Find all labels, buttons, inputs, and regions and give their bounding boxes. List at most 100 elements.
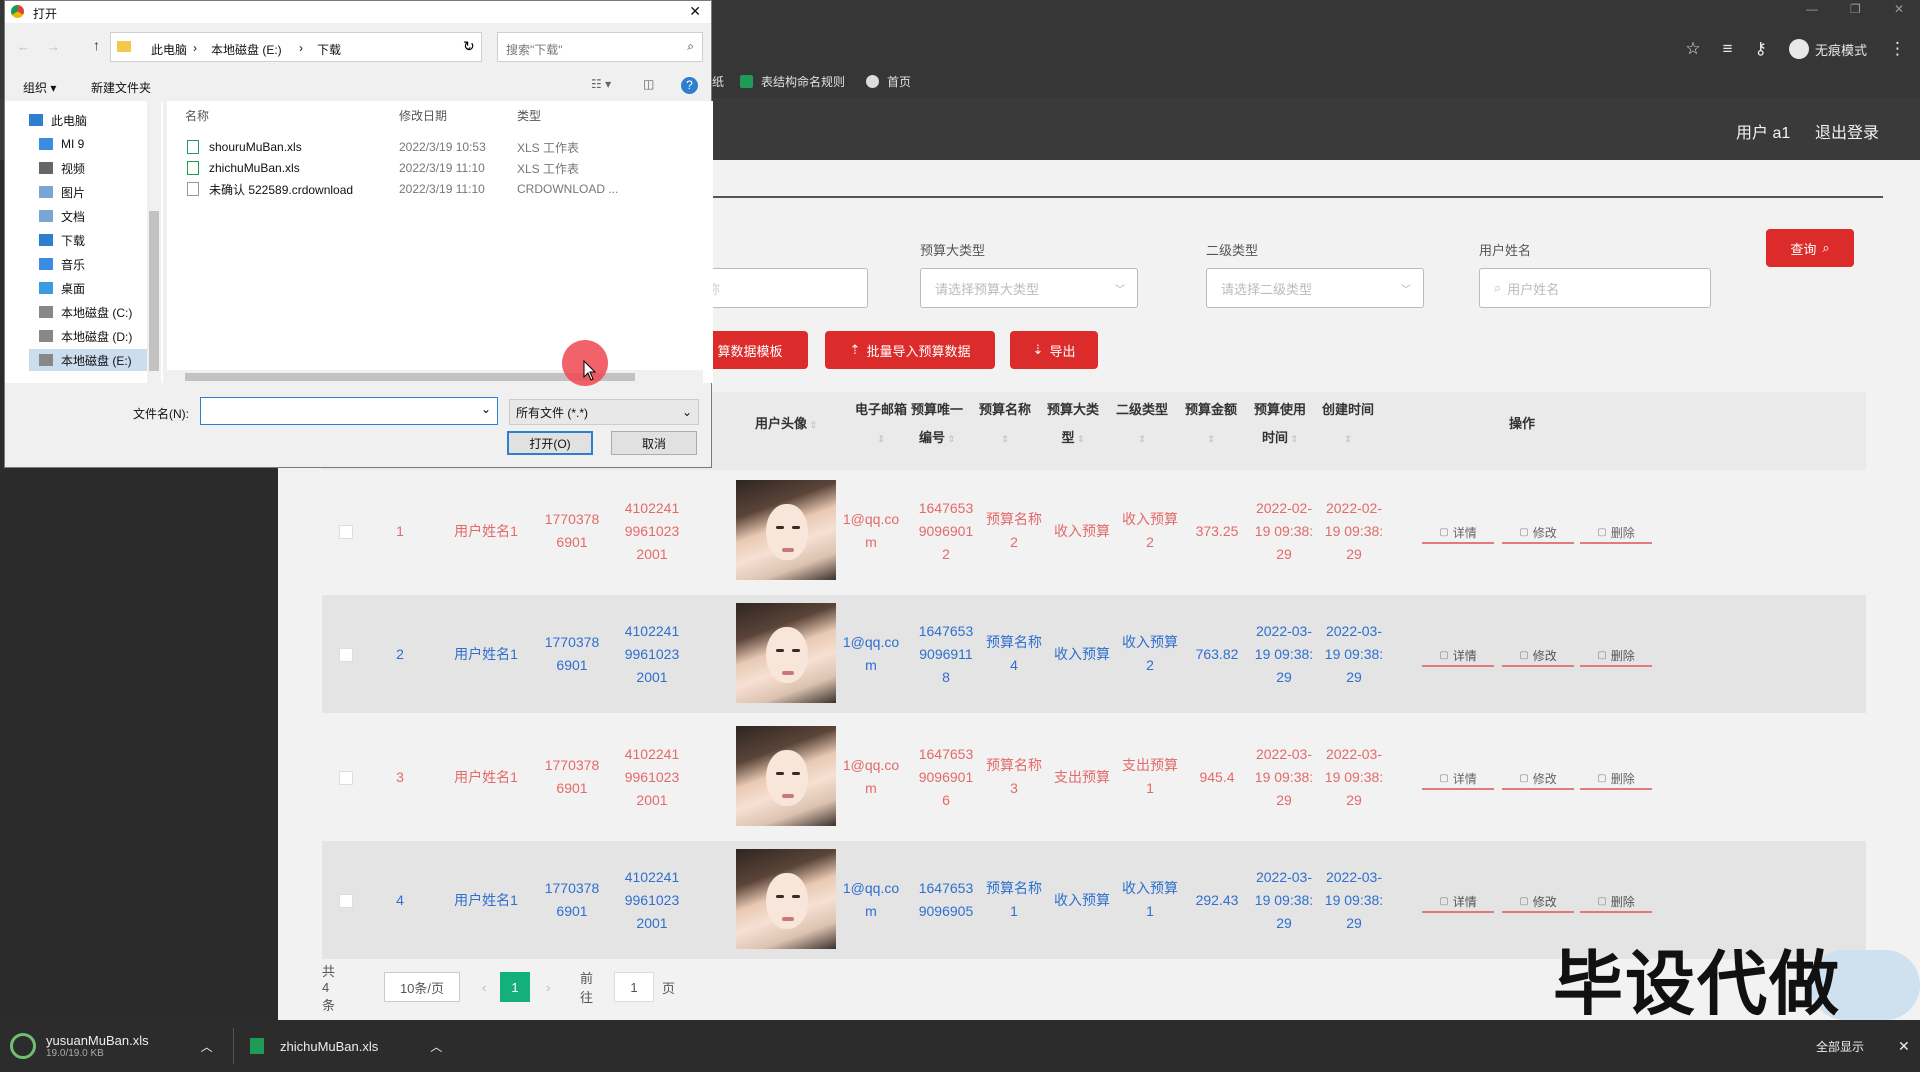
open-button[interactable]: 打开(O) [507, 431, 593, 455]
sort-icon[interactable]: ⇕ [1138, 434, 1146, 444]
sort-icon[interactable]: ⇕ [1074, 434, 1085, 444]
detail-button[interactable]: ▢ 详情 [1422, 645, 1494, 667]
file-name[interactable]: 未确认 522589.crdownload [209, 179, 353, 199]
column-header-date[interactable]: 修改日期 [399, 107, 447, 124]
row-checkbox[interactable] [339, 894, 353, 908]
user-avatar[interactable] [736, 849, 836, 949]
column-header[interactable]: 预算大类型 ⇕ [1040, 396, 1106, 453]
nav-item[interactable]: 桌面 [39, 277, 85, 299]
export-button[interactable]: ⇣ 导出 [1010, 331, 1098, 369]
goto-input[interactable]: 1 [614, 972, 654, 1002]
column-header[interactable]: 预算使用 时间 ⇕ [1246, 396, 1314, 453]
delete-button[interactable]: ▢ 删除 [1580, 891, 1652, 913]
row-checkbox[interactable] [339, 771, 353, 785]
column-header[interactable]: 预算唯一 编号 ⇕ [902, 396, 972, 453]
nav-item[interactable]: MI 9 [39, 133, 84, 155]
file-list-hscrollbar[interactable] [167, 370, 703, 384]
sub-type-select[interactable]: 请选择二级类型 ﹀ [1206, 268, 1424, 308]
reading-list-icon[interactable]: ≡ [1723, 39, 1733, 59]
budget-type-select[interactable]: 请选择预算大类型 ﹀ [920, 268, 1138, 308]
chevron-down-icon[interactable]: ⌄ [481, 402, 491, 416]
nav-item[interactable]: 音乐 [39, 253, 85, 275]
chevron-up-icon[interactable]: ︿ [201, 1038, 213, 1055]
bookmark-item[interactable]: 首页 [866, 73, 911, 90]
user-avatar[interactable] [736, 603, 836, 703]
user-name[interactable]: 用户 a1 [1736, 119, 1790, 143]
forward-icon[interactable]: → [47, 39, 60, 54]
sort-icon[interactable]: ⇕ [1288, 434, 1298, 444]
close-icon[interactable]: ✕ [1898, 1020, 1910, 1072]
nav-scrollbar[interactable] [147, 101, 161, 383]
nav-item[interactable]: 下载 [39, 229, 85, 251]
column-header[interactable]: 二级类型 ⇕ [1108, 396, 1176, 453]
nav-item[interactable]: 本地磁盘 (D:) [39, 325, 132, 347]
nav-item[interactable]: 本地磁盘 (E:) [29, 349, 147, 371]
sort-icon[interactable]: ⇕ [877, 434, 885, 444]
edit-button[interactable]: ▢ 修改 [1502, 768, 1574, 790]
new-folder-button[interactable]: 新建文件夹 [91, 79, 151, 96]
preview-pane-icon[interactable]: ◫ [643, 77, 654, 91]
bookmark-item[interactable]: 表结构命名规则 [740, 73, 845, 90]
organize-menu[interactable]: 组织 ▾ [23, 79, 56, 96]
detail-button[interactable]: ▢ 详情 [1422, 522, 1494, 544]
address-bar[interactable]: 此电脑 › 本地磁盘 (E:) › 下载 ⌄ [110, 32, 482, 62]
sort-icon[interactable]: ⇕ [1344, 434, 1352, 444]
help-icon[interactable]: ? [681, 77, 698, 94]
star-icon[interactable]: ☆ [1685, 39, 1700, 59]
query-button[interactable]: 查询 ⌕ [1766, 229, 1854, 267]
restore-icon[interactable]: ❐ [1850, 2, 1861, 16]
detail-button[interactable]: ▢ 详情 [1422, 768, 1494, 790]
file-name[interactable]: zhichuMuBan.xls [209, 158, 300, 178]
download-item[interactable]: zhichuMuBan.xls ︿ [250, 1020, 442, 1072]
filter-input-partial[interactable]: 称 [692, 268, 868, 308]
column-header-name[interactable]: 名称 [185, 107, 209, 124]
edit-button[interactable]: ▢ 修改 [1502, 645, 1574, 667]
edit-button[interactable]: ▢ 修改 [1502, 522, 1574, 544]
refresh-icon[interactable]: ↻ [463, 38, 475, 55]
key-icon[interactable]: ⚷ [1755, 39, 1767, 59]
table-row[interactable]: 1 用户姓名1 1770378 6901 4102241 9961023 2001 1@qq.… [322, 472, 1866, 590]
sort-icon[interactable]: ⇕ [945, 434, 955, 444]
bookmark-item[interactable]: 纸 [712, 73, 724, 90]
column-header-type[interactable]: 类型 [517, 107, 541, 124]
delete-button[interactable]: ▢ 删除 [1580, 522, 1652, 544]
file-type-select[interactable]: 所有文件 (*.*) ⌄ [509, 399, 699, 425]
page-size-select[interactable]: 10条/页 [384, 972, 460, 1002]
user-name-input[interactable]: ⌕ 用户姓名 [1479, 268, 1711, 308]
row-checkbox[interactable] [339, 648, 353, 662]
row-checkbox[interactable] [339, 525, 353, 539]
nav-item[interactable]: 视频 [39, 157, 85, 179]
sort-icon[interactable]: ⇕ [1001, 434, 1009, 444]
user-avatar[interactable] [736, 726, 836, 826]
cancel-button[interactable]: 取消 [611, 431, 697, 455]
next-page-icon[interactable]: › [546, 972, 566, 1002]
up-icon[interactable]: ↑ [93, 37, 100, 53]
page-current[interactable]: 1 [500, 972, 530, 1002]
nav-item[interactable]: 文档 [39, 205, 85, 227]
nav-item[interactable]: 图片 [39, 181, 85, 203]
logout-link[interactable]: 退出登录 [1815, 119, 1879, 143]
batch-import-button[interactable]: ⇡ 批量导入预算数据 [825, 331, 995, 369]
table-row[interactable]: 3 用户姓名1 1770378 6901 4102241 9961023 2001 1@qq.… [322, 718, 1866, 836]
minimize-icon[interactable]: — [1806, 2, 1818, 16]
column-header[interactable]: 创建时间 ⇕ [1314, 396, 1382, 453]
file-name[interactable]: shouruMuBan.xls [209, 137, 302, 157]
user-avatar[interactable] [736, 480, 836, 580]
incognito-indicator[interactable]: 无痕模式 [1788, 39, 1867, 59]
table-row[interactable]: 2 用户姓名1 1770378 6901 4102241 9961023 2001 1@qq.… [322, 595, 1866, 713]
scrollbar-thumb[interactable] [149, 211, 159, 371]
close-window-icon[interactable]: ✕ [1894, 2, 1904, 16]
view-options-icon[interactable]: ☷ ▾ [591, 77, 611, 91]
delete-button[interactable]: ▢ 删除 [1580, 645, 1652, 667]
filename-input[interactable]: ⌄ [200, 397, 498, 425]
download-item[interactable]: yusuanMuBan.xls 19.0/19.0 KB ︿ [10, 1020, 213, 1072]
menu-icon[interactable]: ⋮ [1889, 39, 1906, 59]
nav-item[interactable]: 此电脑 [29, 109, 87, 131]
breadcrumb-item[interactable]: 此电脑 [151, 41, 187, 58]
breadcrumb-item[interactable]: 下载 [317, 41, 341, 58]
detail-button[interactable]: ▢ 详情 [1422, 891, 1494, 913]
dialog-search-input[interactable]: 搜索"下载" ⌕ [497, 32, 703, 62]
back-icon[interactable]: ← [17, 39, 30, 54]
sort-icon[interactable]: ⇕ [1207, 434, 1215, 444]
edit-button[interactable]: ▢ 修改 [1502, 891, 1574, 913]
